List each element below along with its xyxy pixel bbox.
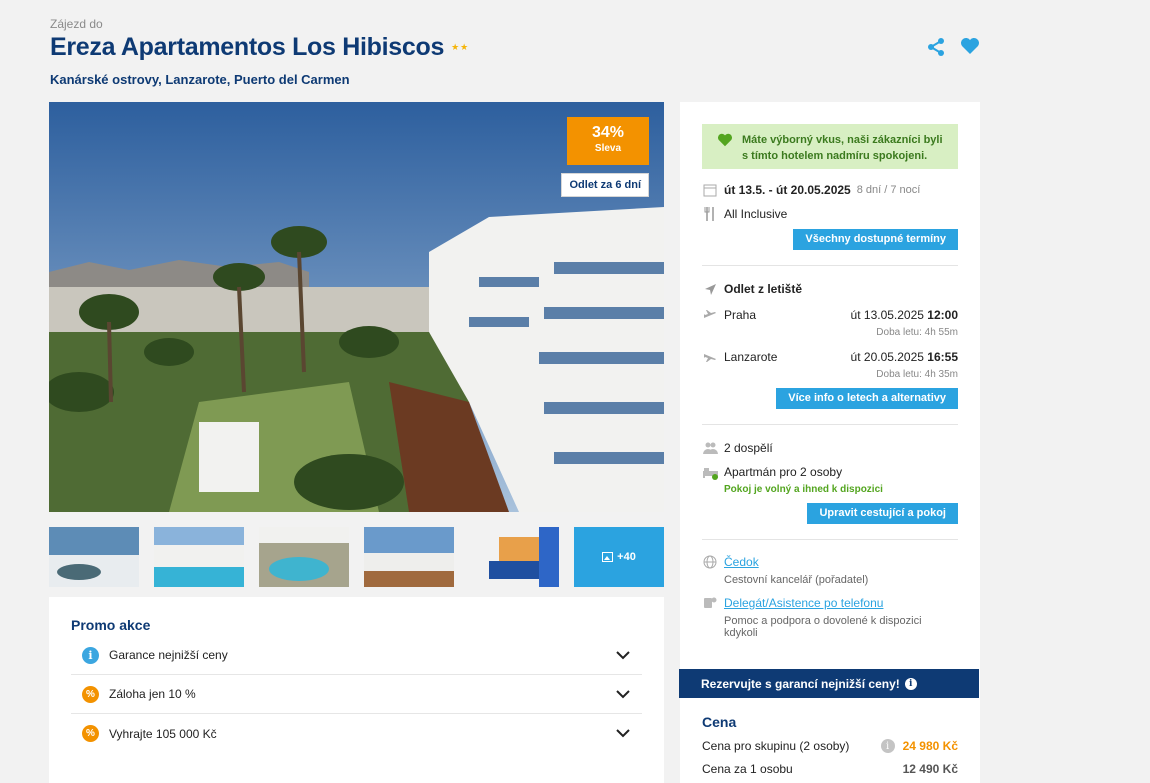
flight-place: Lanzarote [724,350,778,364]
price-block: Cena Cena pro skupinu (2 osoby) i 24 980… [702,714,958,776]
edit-travellers-button[interactable]: Upravit cestující a pokoj [807,503,958,524]
delegate-subtitle: Pomoc a podpora o dovolené k dispozici k… [724,615,922,639]
main-hotel-photo[interactable]: 34% Sleva Odlet za 6 dní [49,102,664,512]
hotel-header: Zájezd do Ereza Apartamentos Los Hibisco… [50,17,980,87]
agency: Čedok [702,555,958,569]
info-icon[interactable]: i [904,677,917,690]
globe-icon [702,555,718,569]
info-icon[interactable]: i [880,739,895,753]
price-group-value: 24 980 Kč [902,739,958,753]
notice-text: Máte výborný vkus, naši zákazníci byli s… [742,134,943,162]
flight-heading-text: Odlet z letiště [724,282,803,296]
delegate-link[interactable]: Delegát/Asistence po telefonu [724,596,883,610]
nights-text: 8 dní / 7 nocí [856,184,921,196]
booking-panel: Máte výborný vkus, naši zákazníci byli s… [679,102,980,783]
travellers: 2 dospělí [702,441,958,455]
price-guarantee-banner: Rezervujte s garancí nejnižší ceny! i [679,669,979,698]
plane-takeoff-icon [702,309,718,321]
chevron-down-icon [616,689,630,698]
promo-item-label: Vyhrajte 105 000 Kč [109,726,217,741]
promo-item-label: Záloha jen 10 % [109,687,196,701]
availability-text: Pokoj je volný a ihned k dispozici [724,484,883,495]
navigation-arrow-icon [702,283,718,296]
agency-link[interactable]: Čedok [724,555,759,569]
chevron-down-icon [616,650,630,659]
promo-item-win[interactable]: % Vyhrajte 105 000 Kč [71,714,642,753]
agency-subtitle: Cestovní kancelář (pořadatel) [724,574,869,586]
divider [702,539,958,540]
flight-heading: Odlet z letiště [702,282,958,296]
people-icon [702,442,718,454]
thumbnail[interactable] [49,527,139,587]
divider [702,265,958,266]
discount-label: Sleva [594,143,622,154]
thumbnail-strip: +40 [49,527,664,587]
promo-item-deposit[interactable]: % Záloha jen 10 % [71,675,642,714]
flight-duration: Doba letu: 4h 55m [876,327,958,338]
return-flight: Lanzarote út 20.05.2025 16:55 [702,350,958,364]
price-person-label: Cena za 1 osobu [702,762,793,776]
board-text: All Inclusive [724,207,788,221]
share-icon[interactable] [926,37,946,57]
guarantee-text: Rezervujte s garancí nejnižší ceny! [701,676,900,691]
favorite-heart-icon[interactable] [960,37,980,57]
price-person-value: 12 490 Kč [902,762,958,776]
thumbnail[interactable] [259,527,349,587]
percent-icon: % [82,685,99,703]
cutlery-icon [702,207,718,221]
thumbnail[interactable] [154,527,244,587]
more-photos-button[interactable]: +40 [574,527,664,587]
discount-percent: 34% [591,124,625,141]
dates-text: út 13.5. - út 20.05.2025 [724,183,851,197]
info-icon: i [82,646,99,664]
heart-icon [717,133,733,152]
availability-dot [712,474,718,480]
departure-badge: Odlet za 6 dní [561,173,649,197]
pre-title: Zájezd do [50,17,103,31]
travellers-text: 2 dospělí [724,441,773,455]
plane-landing-icon [702,351,718,363]
trip-dates: út 13.5. - út 20.05.2025 8 dní / 7 nocí [702,183,958,197]
promo-item-label: Garance nejnižší ceny [109,648,228,662]
hotel-title: Ereza Apartamentos Los Hibiscos [50,33,445,61]
divider [702,424,958,425]
percent-icon: % [82,725,99,742]
phone-support-icon [702,596,718,610]
satisfaction-notice: Máte výborný vkus, naši zákazníci byli s… [702,124,958,169]
flight-place: Praha [724,308,757,322]
chevron-down-icon [616,729,630,738]
thumbnail[interactable] [469,527,559,587]
flight-duration: Doba letu: 4h 35m [876,369,958,380]
hotel-location[interactable]: Kanárské ostrovy, Lanzarote, Puerto del … [50,72,980,87]
hotel-stars: ★★ [451,42,470,52]
page: Zájezd do Ereza Apartamentos Los Hibisco… [0,0,1150,783]
calendar-icon [702,183,718,197]
discount-badge: 34% Sleva [567,117,649,165]
flight-datetime: út 20.05.2025 16:55 [850,350,958,364]
promo-item-lowest-price[interactable]: i Garance nejnižší ceny [71,636,642,675]
outbound-flight: Praha út 13.05.2025 12:00 [702,308,958,322]
price-title: Cena [702,714,737,730]
price-group-label: Cena pro skupinu (2 osoby) [702,739,850,753]
room-type: Apartmán pro 2 osoby [702,465,958,480]
photo-gallery-icon [602,552,614,562]
more-photos-count: +40 [617,551,636,563]
promo-section: Promo akce i Garance nejnižší ceny % Zál… [49,597,664,783]
price-person-row: Cena za 1 osobu 12 490 Kč [702,762,958,776]
board-type: All Inclusive [702,207,958,221]
flight-datetime: út 13.05.2025 12:00 [850,308,958,322]
room-text: Apartmán pro 2 osoby [724,465,843,479]
price-group-row: Cena pro skupinu (2 osoby) i 24 980 Kč [702,739,958,753]
all-terms-button[interactable]: Všechny dostupné termíny [793,229,958,250]
thumbnail[interactable] [364,527,454,587]
promo-title: Promo akce [71,617,151,633]
flight-info-button[interactable]: Více info o letech a alternativy [776,388,958,409]
delegate: Delegát/Asistence po telefonu [702,596,958,610]
